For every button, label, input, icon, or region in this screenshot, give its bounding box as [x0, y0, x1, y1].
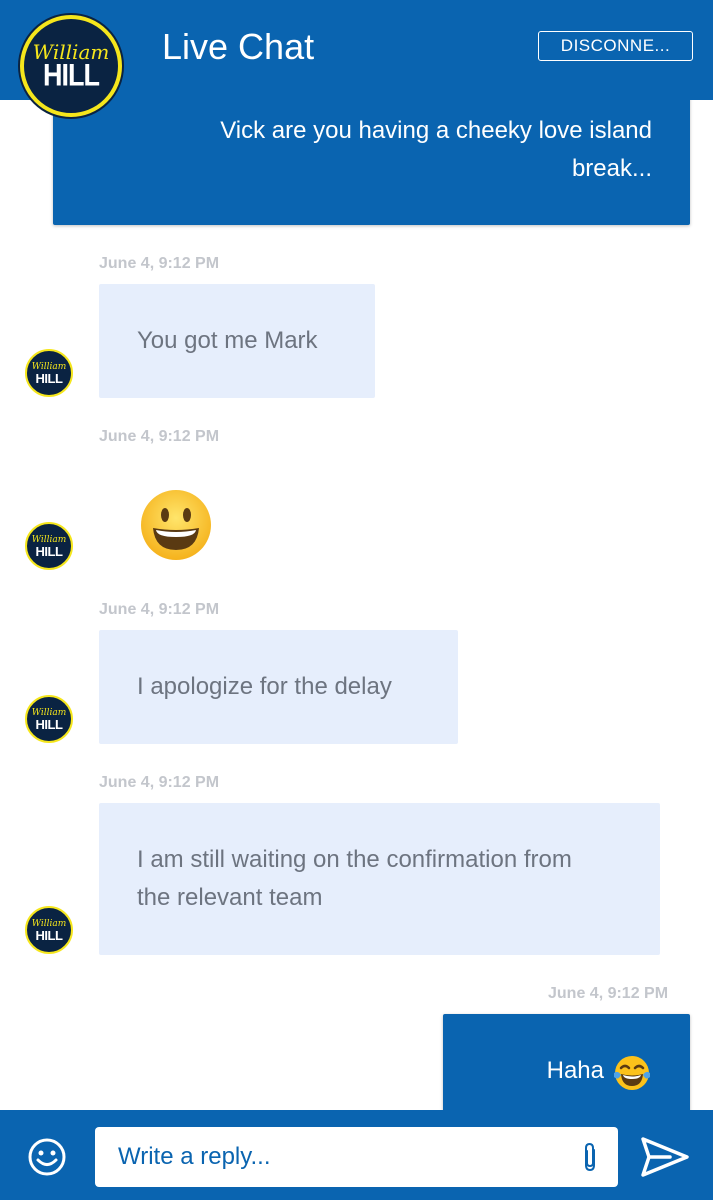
message-timestamp: June 4, 9:12 PM — [548, 985, 669, 1002]
william-hill-logo: William HILL — [20, 15, 122, 117]
disconnect-button[interactable]: DISCONNE... — [538, 31, 693, 61]
avatar-logo-word: HILL — [35, 927, 63, 943]
chat-transcript: Vick are you having a cheeky love island… — [0, 0, 713, 1110]
message-timestamp: June 4, 9:12 PM — [99, 774, 220, 791]
message-text: I apologize for the delay — [137, 673, 392, 700]
avatar-logo-script: William — [31, 707, 67, 718]
avatar-logo-script: William — [31, 918, 67, 929]
smiley-icon[interactable] — [27, 1137, 67, 1177]
chat-header: William HILL Live Chat DISCONNE... — [0, 0, 713, 117]
reply-input[interactable]: Write a reply... — [95, 1127, 618, 1187]
avatar-logo-script: William — [31, 534, 67, 545]
user-message-bubble: Vick are you having a cheeky love island… — [53, 80, 690, 225]
logo-word-text: HILL — [43, 57, 100, 93]
user-message-bubble: Haha — [443, 1014, 690, 1110]
message-text: Haha — [546, 1057, 604, 1084]
agent-message-bubble: You got me Mark — [99, 284, 375, 398]
page-title: Live Chat — [162, 26, 315, 67]
grinning-face-emoji — [141, 490, 211, 560]
agent-avatar: William HILL — [25, 349, 73, 397]
agent-avatar: William HILL — [25, 695, 73, 743]
agent-message-bubble: I apologize for the delay — [99, 630, 458, 744]
message-text: break... — [571, 155, 652, 182]
send-icon[interactable] — [640, 1136, 690, 1178]
agent-message-bubble: I am still waiting on the confirmation f… — [99, 803, 660, 955]
avatar-logo-word: HILL — [35, 543, 63, 559]
message-text: the relevant team — [137, 884, 323, 911]
reply-composer: Write a reply... — [0, 1110, 713, 1200]
avatar-logo-script: William — [31, 361, 67, 372]
message-timestamp: June 4, 9:12 PM — [99, 428, 220, 445]
reply-placeholder: Write a reply... — [118, 1143, 271, 1170]
message-timestamp: June 4, 9:12 PM — [99, 255, 220, 272]
face-with-tears-of-joy-emoji — [614, 1056, 650, 1090]
message-text: You got me Mark — [137, 327, 318, 354]
message-text: I am still waiting on the confirmation f… — [137, 846, 572, 873]
avatar-logo-word: HILL — [35, 716, 63, 732]
message-text: Vick are you having a cheeky love island — [220, 117, 652, 144]
avatar-logo-word: HILL — [35, 370, 63, 386]
agent-avatar: William HILL — [25, 906, 73, 954]
message-timestamp: June 4, 9:12 PM — [99, 601, 220, 618]
agent-avatar: William HILL — [25, 522, 73, 570]
paperclip-icon[interactable] — [579, 1141, 601, 1175]
